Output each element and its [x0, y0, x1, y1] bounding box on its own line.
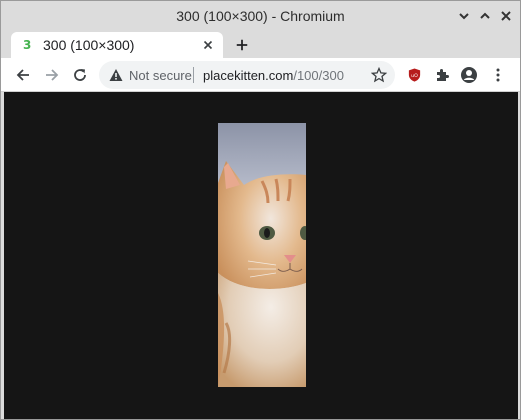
- tab-strip: 3 300 (100×300): [1, 32, 520, 58]
- url-host: placekitten.com: [203, 68, 294, 83]
- minimize-button[interactable]: [456, 8, 472, 24]
- address-bar[interactable]: Not secure placekitten.com/100/300: [99, 61, 395, 89]
- tab-active[interactable]: 3 300 (100×300): [11, 32, 223, 58]
- new-tab-button[interactable]: [233, 36, 251, 54]
- window-title: 300 (100×300) - Chromium: [176, 8, 345, 24]
- warning-icon[interactable]: [109, 68, 123, 82]
- page-content: [4, 92, 518, 419]
- plus-icon: [236, 39, 248, 51]
- puzzle-piece-icon: [437, 69, 449, 81]
- ublock-extension-button[interactable]: uO: [403, 64, 425, 86]
- maximize-button[interactable]: [477, 8, 493, 24]
- profile-button[interactable]: [458, 64, 480, 86]
- reload-button[interactable]: [69, 64, 91, 86]
- svg-text:uO: uO: [411, 73, 418, 79]
- security-label[interactable]: Not secure: [129, 68, 192, 83]
- chevron-down-icon: [459, 13, 469, 20]
- title-bar[interactable]: 300 (100×300) - Chromium: [1, 1, 520, 32]
- reload-icon: [74, 69, 86, 81]
- extensions-button[interactable]: [431, 64, 453, 86]
- kitten-image: [218, 123, 306, 387]
- close-icon: [501, 11, 511, 21]
- tab-close-icon[interactable]: [201, 38, 215, 52]
- bookmark-star-icon[interactable]: [371, 67, 387, 83]
- back-button[interactable]: [12, 64, 34, 86]
- omnibox-divider: [193, 67, 194, 83]
- url-path: /100/300: [293, 68, 344, 83]
- arrow-right-icon: [46, 69, 59, 81]
- browser-window: 300 (100×300) - Chromium 3 300 (100×300): [0, 0, 521, 420]
- more-vert-icon: [496, 68, 500, 82]
- chevron-up-icon: [480, 12, 490, 19]
- toolbar: Not secure placekitten.com/100/300 uO: [1, 58, 520, 92]
- menu-button[interactable]: [487, 64, 509, 86]
- favicon-icon: 3: [23, 38, 32, 52]
- tab-title: 300 (100×300): [43, 37, 135, 53]
- kitten-photo: [218, 123, 306, 387]
- forward-button[interactable]: [41, 64, 63, 86]
- account-circle-icon: [461, 67, 477, 83]
- close-window-button[interactable]: [498, 8, 514, 24]
- ublock-shield-icon: uO: [408, 68, 420, 82]
- url-text[interactable]: placekitten.com/100/300: [203, 68, 344, 83]
- arrow-left-icon: [16, 69, 29, 81]
